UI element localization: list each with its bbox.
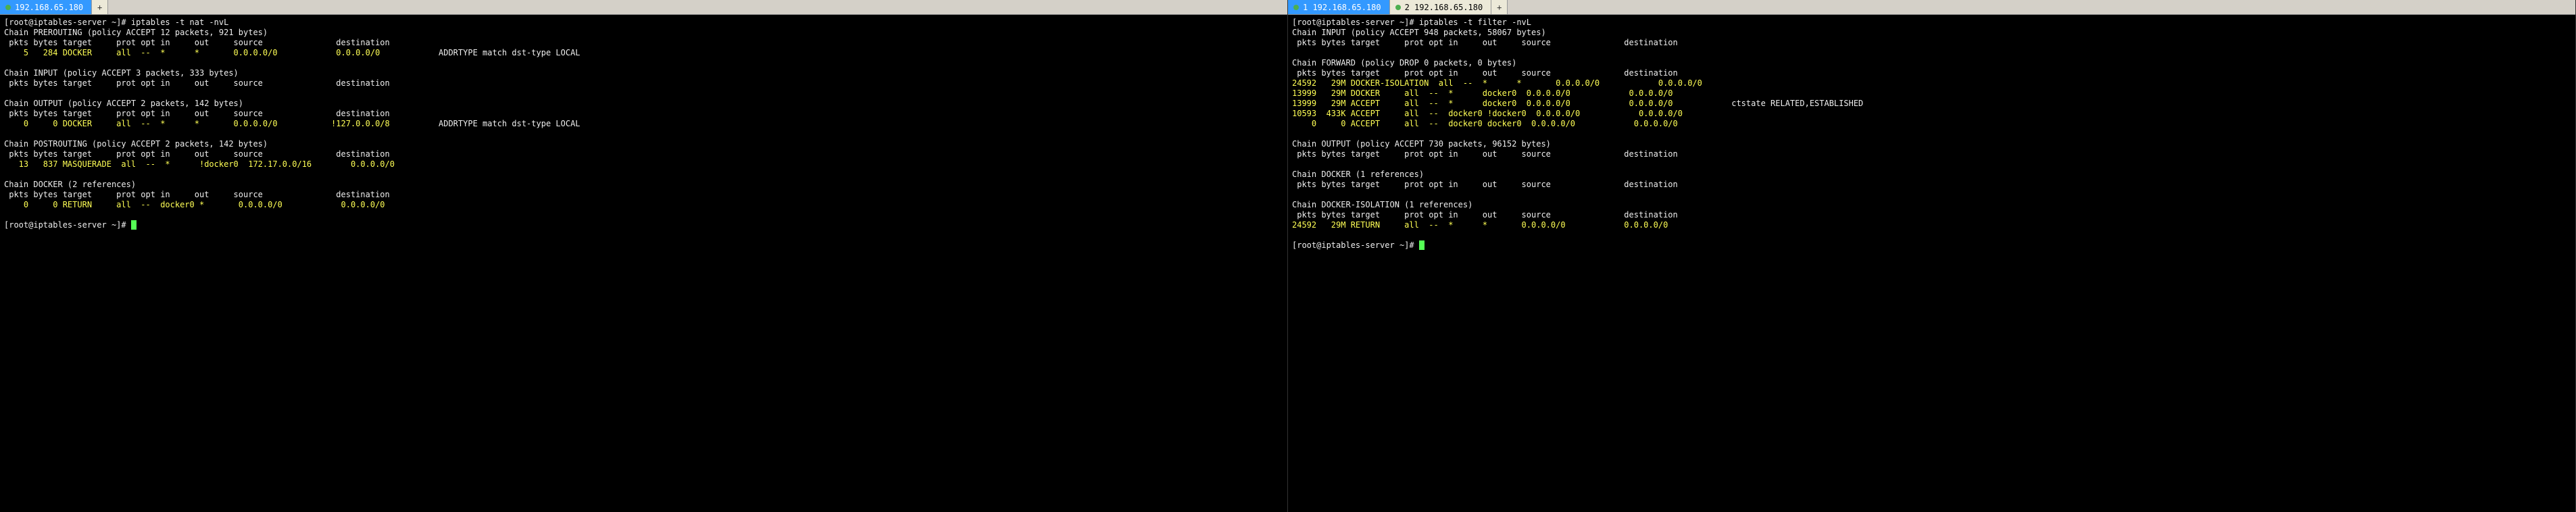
- tab-bar-right: 1 192.168.65.180 2 192.168.65.180 +: [1288, 0, 2575, 15]
- status-dot-icon: [1293, 5, 1299, 10]
- tab-bar-left: 192.168.65.180 +: [0, 0, 1287, 15]
- tab-label: 192.168.65.180: [15, 3, 83, 12]
- tab-label: 1 192.168.65.180: [1303, 3, 1381, 12]
- add-tab-button-right[interactable]: +: [1491, 0, 1508, 14]
- tab-left-1[interactable]: 192.168.65.180: [0, 0, 92, 14]
- tab-label: 2 192.168.65.180: [1405, 3, 1483, 12]
- terminal-pane-right: 1 192.168.65.180 2 192.168.65.180 + [root@…: [1288, 0, 2576, 512]
- tab-right-2[interactable]: 2 192.168.65.180: [1390, 0, 1492, 14]
- status-dot-icon: [1395, 5, 1401, 10]
- cursor-icon: [1419, 240, 1425, 250]
- terminal-output-left[interactable]: [root@iptables-server ~]# iptables -t na…: [0, 15, 1287, 512]
- terminal-pane-left: 192.168.65.180 + [root@iptables-server ~…: [0, 0, 1288, 512]
- status-dot-icon: [5, 5, 11, 10]
- add-tab-button-left[interactable]: +: [92, 0, 108, 14]
- cursor-icon: [131, 220, 137, 230]
- tab-right-1[interactable]: 1 192.168.65.180: [1288, 0, 1390, 14]
- terminal-output-right[interactable]: [root@iptables-server ~]# iptables -t fi…: [1288, 15, 2575, 512]
